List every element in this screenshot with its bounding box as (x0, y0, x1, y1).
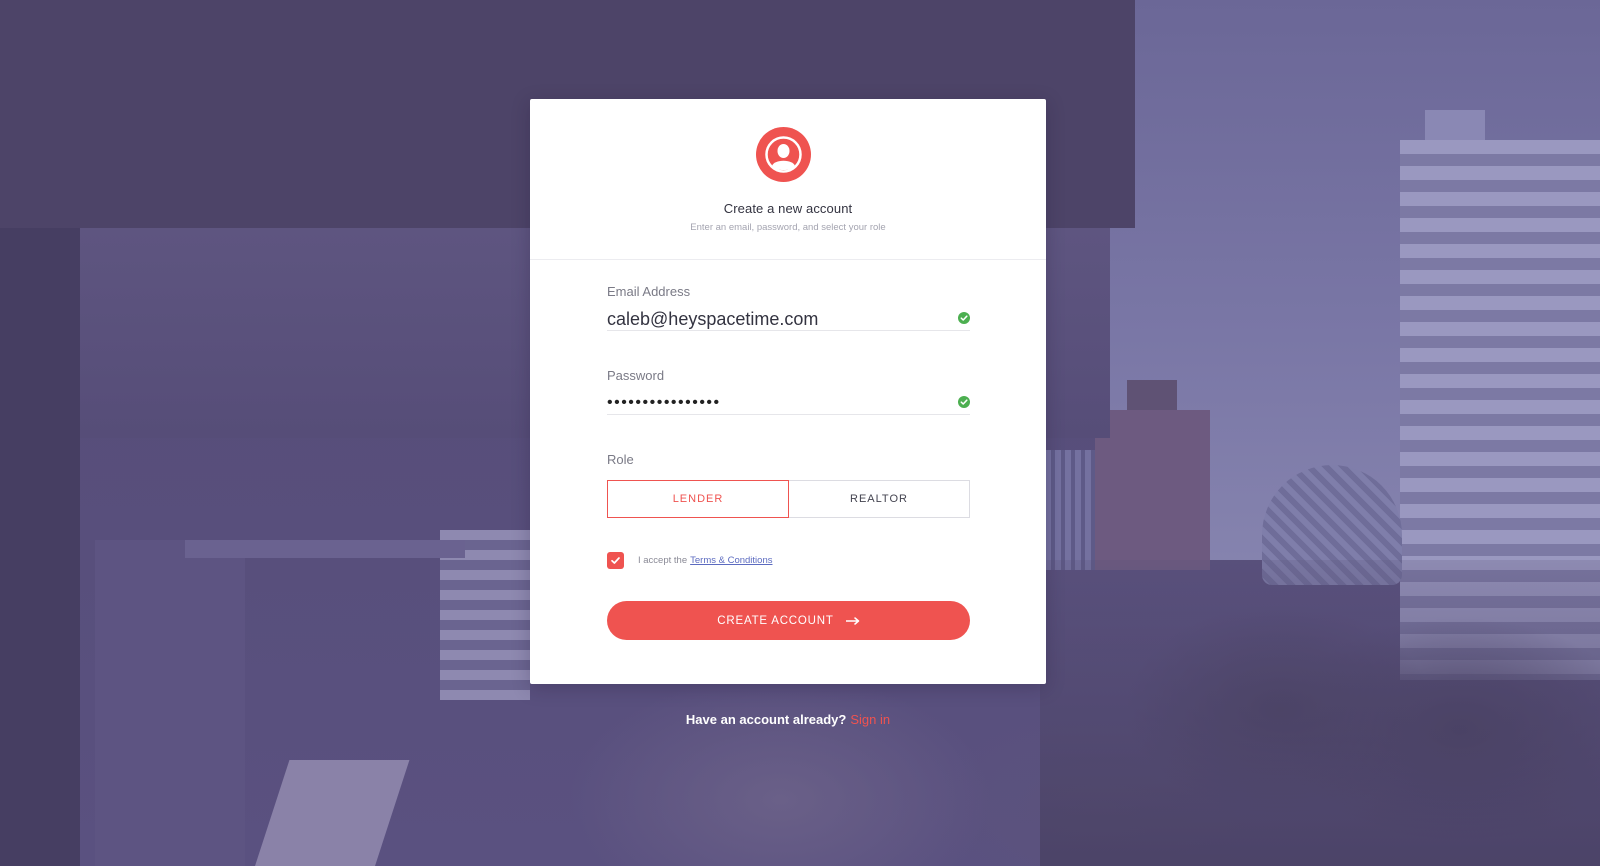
role-label: Role (607, 452, 634, 467)
signup-card: Create a new account Enter an email, pas… (530, 99, 1046, 684)
create-account-button[interactable]: CREATE ACCOUNT (607, 601, 970, 640)
terms-checkbox[interactable] (607, 551, 624, 569)
email-group: Email Address (607, 284, 970, 331)
background-clocktower (1095, 410, 1210, 570)
background-building (1045, 450, 1100, 570)
checkmark-icon (611, 556, 620, 564)
background-pillar (0, 228, 80, 866)
check-circle-icon (958, 312, 970, 324)
signin-prompt: Have an account already? Sign in (530, 712, 1046, 727)
role-selector: LENDER REALTOR (607, 480, 970, 518)
page-subtitle: Enter an email, password, and select you… (690, 222, 886, 233)
password-field-container: Password (607, 368, 970, 415)
terms-link[interactable]: Terms & Conditions (690, 555, 772, 566)
create-account-label: CREATE ACCOUNT (717, 614, 834, 627)
page-title: Create a new account (723, 201, 853, 216)
terms-text: I accept the (638, 554, 688, 566)
password-group: Password (607, 368, 970, 415)
check-circle-icon (958, 396, 970, 408)
signup-form: Email Address Password (607, 284, 970, 640)
card-header: Create a new account Enter an email, pas… (530, 99, 1046, 260)
email-field[interactable] (607, 307, 937, 331)
password-field[interactable] (607, 391, 937, 415)
background-ground (1040, 560, 1600, 866)
terms-row: I accept the Terms & Conditions (607, 551, 970, 569)
role-option-lender[interactable]: LENDER (607, 480, 789, 518)
signin-prompt-text: Have an account already? (685, 712, 847, 727)
password-label: Password (607, 368, 665, 383)
background-ledge (185, 540, 465, 558)
role-option-realtor[interactable]: REALTOR (789, 480, 970, 518)
user-silhouette-icon (756, 127, 811, 182)
email-field-container: Email Address (607, 284, 970, 331)
signin-link[interactable]: Sign in (850, 712, 890, 727)
role-group: Role LENDER REALTOR (607, 452, 970, 518)
arrow-right-icon (845, 616, 860, 625)
email-label: Email Address (607, 284, 691, 299)
background-pillar-mid (95, 540, 245, 866)
